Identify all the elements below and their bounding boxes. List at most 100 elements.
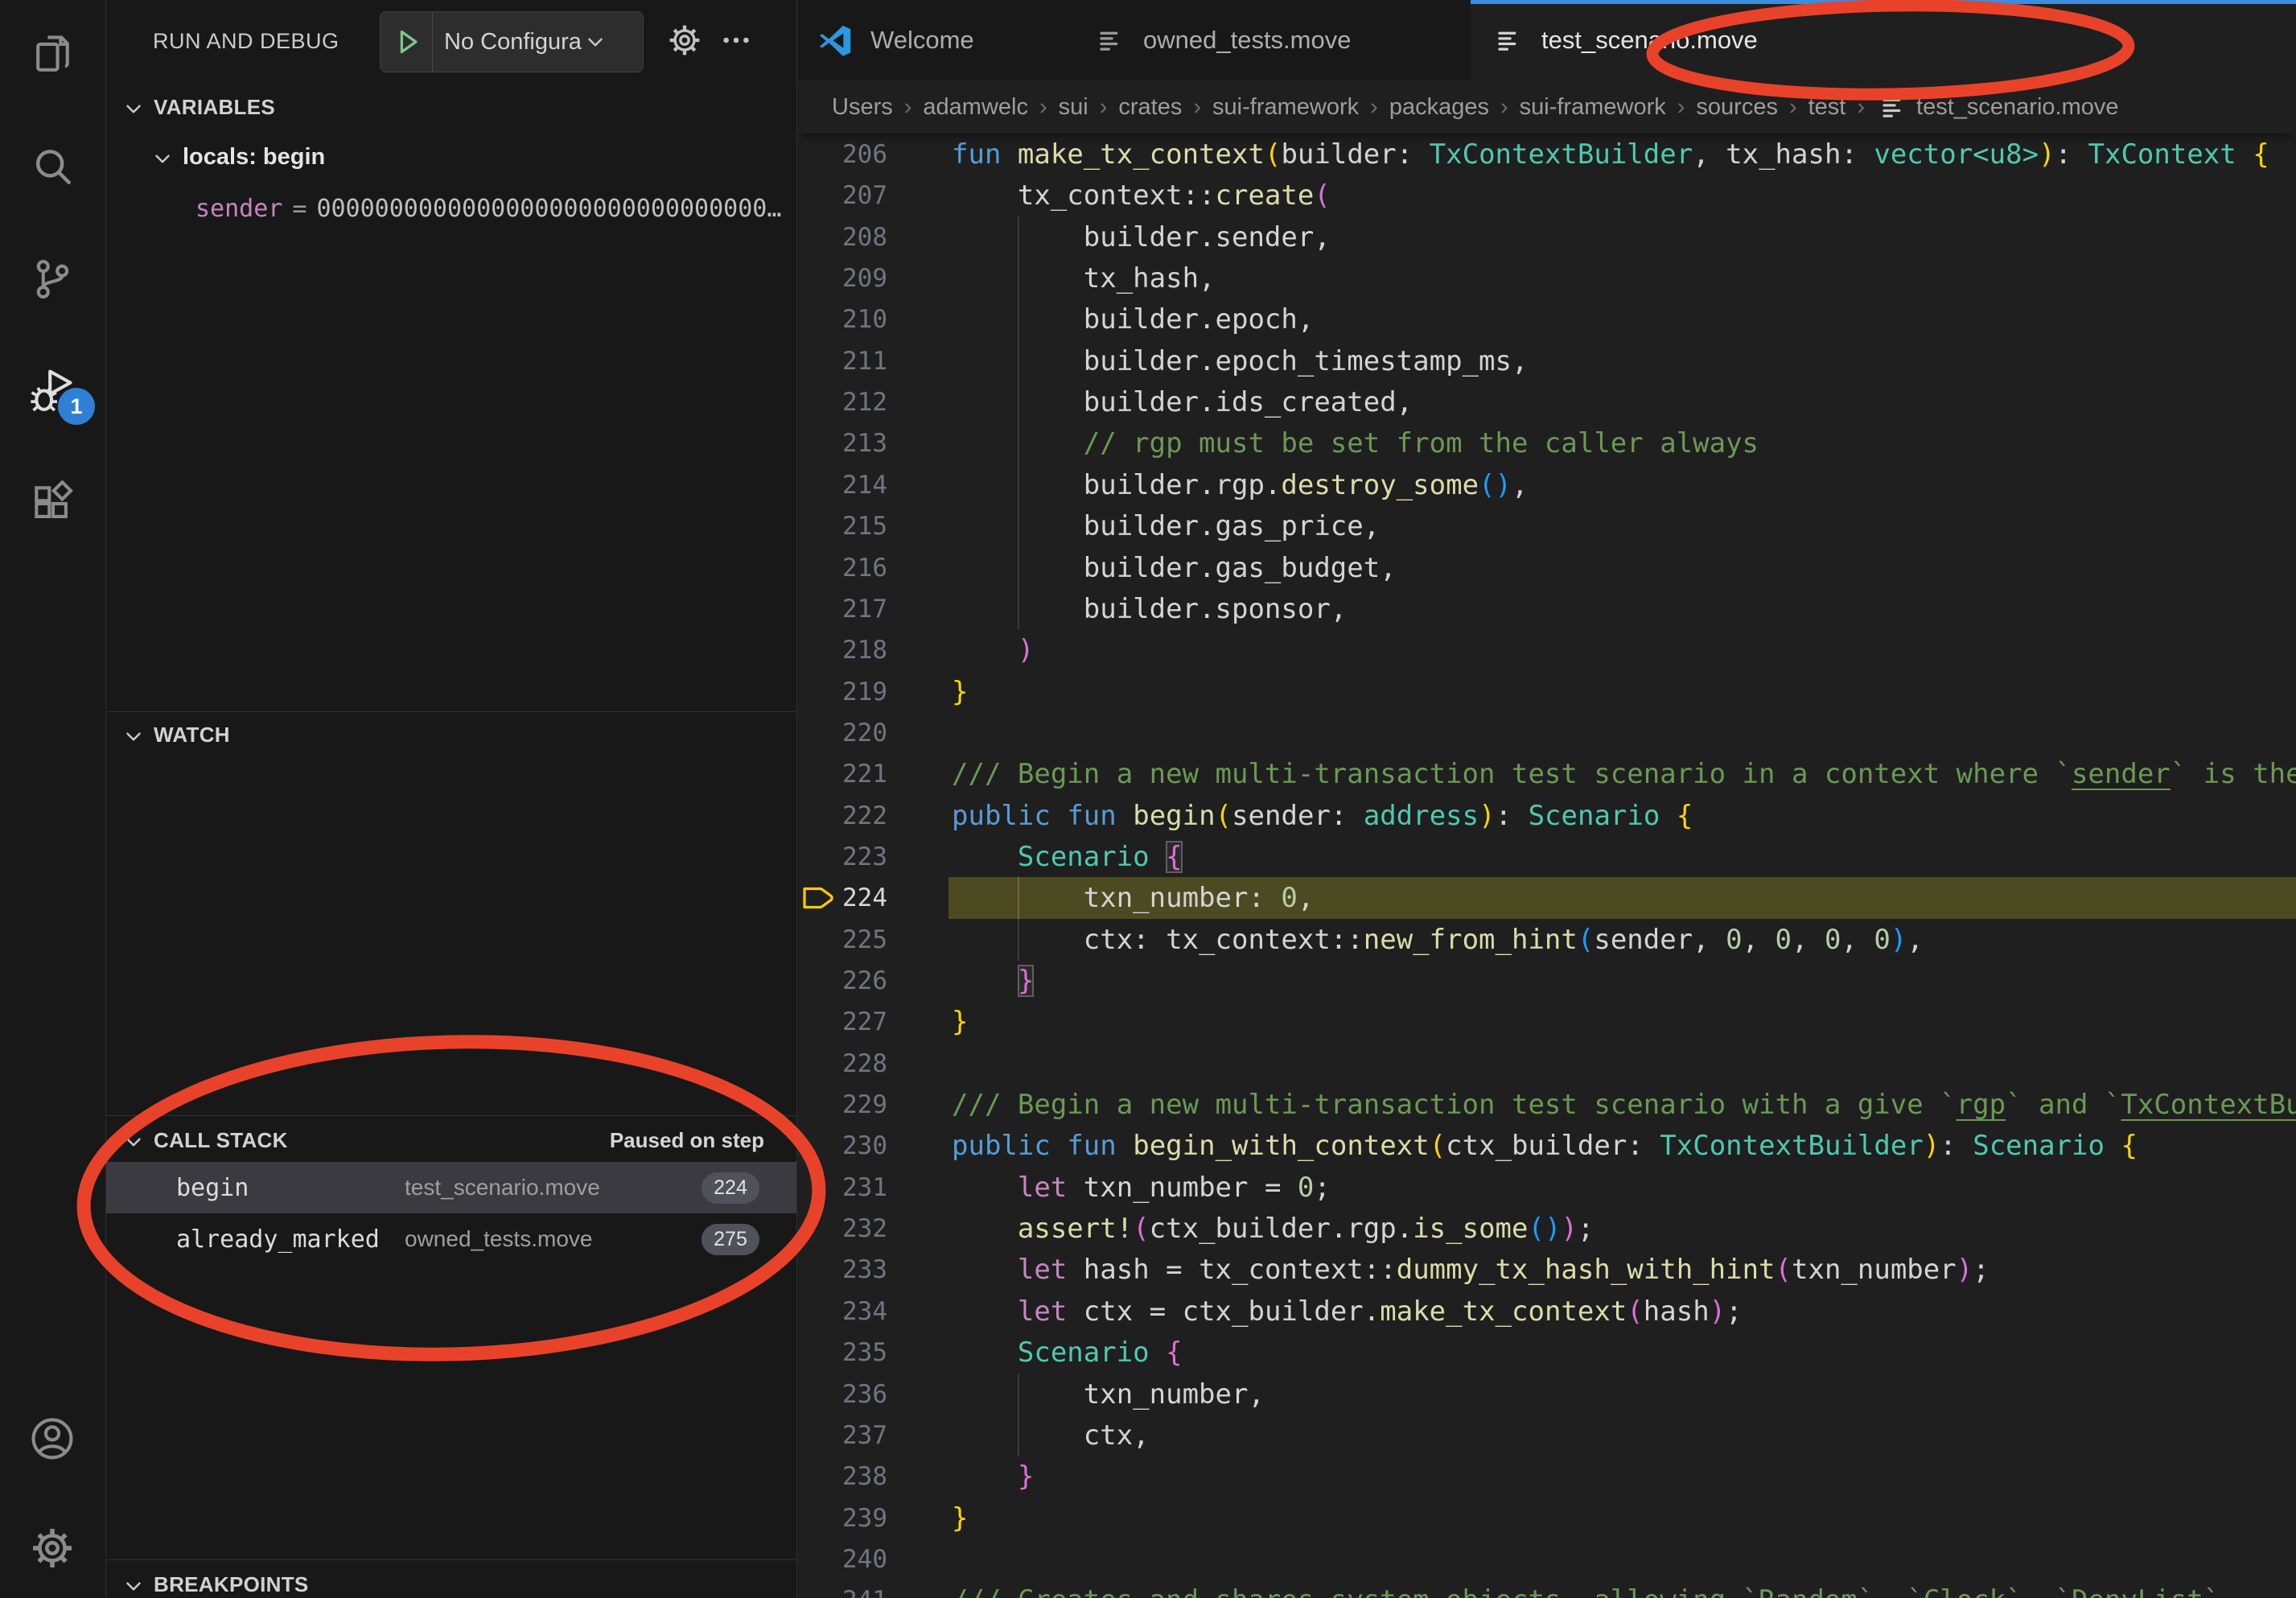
activity-bar-item-source-control[interactable] <box>0 237 105 325</box>
tab-welcome[interactable]: Welcome <box>796 0 1073 80</box>
watch-section-header[interactable]: WATCH <box>105 713 796 756</box>
line-number[interactable]: 214 <box>796 464 887 506</box>
code-line-226[interactable]: 226 } <box>796 960 2296 1002</box>
line-number[interactable]: 221 <box>796 753 887 795</box>
line-number[interactable]: 218 <box>796 629 887 671</box>
tab-test_scenario-move[interactable]: test_scenario.move <box>1471 0 2296 80</box>
line-number[interactable]: 240 <box>796 1538 887 1580</box>
activity-bar-item-run-and-debug[interactable]: 1 <box>0 348 105 436</box>
line-number[interactable]: 223 <box>796 836 887 878</box>
line-number[interactable]: 212 <box>796 381 887 423</box>
line-number[interactable]: 225 <box>796 919 887 961</box>
code-line-215[interactable]: 215 builder.gas_price, <box>796 505 2296 547</box>
code-line-212[interactable]: 212 builder.ids_created, <box>796 381 2296 423</box>
code-line-230[interactable]: 230public fun begin_with_context(ctx_bui… <box>796 1125 2296 1167</box>
line-number[interactable]: 222 <box>796 795 887 837</box>
code-line-240[interactable]: 240 <box>796 1538 2296 1580</box>
code-line-225[interactable]: 225 ctx: tx_context::new_from_hint(sende… <box>796 919 2296 961</box>
code-line-208[interactable]: 208 builder.sender, <box>796 216 2296 258</box>
code-line-206[interactable]: 206fun make_tx_context(builder: TxContex… <box>796 134 2296 175</box>
line-number[interactable]: 232 <box>796 1208 887 1250</box>
activity-bar-item-manage[interactable] <box>0 1505 105 1594</box>
line-number[interactable]: 220 <box>796 712 887 754</box>
line-number[interactable]: 241 <box>796 1579 887 1598</box>
breadcrumb-item[interactable]: Users <box>832 94 893 121</box>
code-line-213[interactable]: 213 // rgp must be set from the caller a… <box>796 422 2296 464</box>
code-line-209[interactable]: 209 tx_hash, <box>796 257 2296 299</box>
call-stack-frame-already_marked[interactable]: already_marked owned_tests.move 275 <box>105 1213 796 1265</box>
code-line-233[interactable]: 233 let hash = tx_context::dummy_tx_hash… <box>796 1249 2296 1291</box>
call-stack-frame-begin[interactable]: begin test_scenario.move 224 <box>105 1162 796 1213</box>
line-number[interactable]: 207 <box>796 175 887 216</box>
activity-bar-item-explorer[interactable] <box>0 12 105 101</box>
call-stack-section-header[interactable]: CALL STACK Paused on step <box>105 1118 796 1162</box>
breadcrumb-item[interactable]: crates <box>1118 94 1182 121</box>
debug-settings-gear-icon[interactable] <box>662 18 707 63</box>
line-number[interactable]: 209 <box>796 257 887 299</box>
code-line-229[interactable]: 229/// Begin a new multi-transaction tes… <box>796 1084 2296 1126</box>
code-line-222[interactable]: 222public fun begin(sender: address): Sc… <box>796 795 2296 837</box>
line-number[interactable]: 231 <box>796 1167 887 1209</box>
activity-bar-item-extensions[interactable] <box>0 461 105 550</box>
line-number[interactable]: 224 <box>796 877 887 919</box>
line-number[interactable]: 237 <box>796 1415 887 1456</box>
breadcrumb-item[interactable]: packages <box>1389 94 1489 121</box>
line-number[interactable]: 206 <box>796 134 887 175</box>
code-line-220[interactable]: 220 <box>796 712 2296 754</box>
code-line-223[interactable]: 223 Scenario { <box>796 836 2296 878</box>
code-line-216[interactable]: 216 builder.gas_budget, <box>796 547 2296 589</box>
line-number[interactable]: 239 <box>796 1497 887 1539</box>
code-line-228[interactable]: 228 <box>796 1043 2296 1085</box>
line-number[interactable]: 219 <box>796 671 887 713</box>
breadcrumb-item[interactable]: sui-framework <box>1212 94 1359 121</box>
line-number[interactable]: 234 <box>796 1291 887 1332</box>
code-line-210[interactable]: 210 builder.epoch, <box>796 299 2296 340</box>
code-line-224[interactable]: 224 txn_number: 0, <box>796 877 2296 919</box>
code-line-232[interactable]: 232 assert!(ctx_builder.rgp.is_some()); <box>796 1208 2296 1250</box>
line-number[interactable]: 227 <box>796 1001 887 1043</box>
code-line-238[interactable]: 238 } <box>796 1456 2296 1497</box>
more-actions-icon[interactable] <box>714 18 759 63</box>
line-number[interactable]: 217 <box>796 588 887 630</box>
line-number[interactable]: 226 <box>796 960 887 1002</box>
line-number[interactable]: 236 <box>796 1374 887 1415</box>
line-number[interactable]: 215 <box>796 505 887 547</box>
code-line-214[interactable]: 214 builder.rgp.destroy_some(), <box>796 464 2296 506</box>
line-number[interactable]: 230 <box>796 1125 887 1167</box>
code-line-234[interactable]: 234 let ctx = ctx_builder.make_tx_contex… <box>796 1291 2296 1332</box>
code-line-218[interactable]: 218 ) <box>796 629 2296 671</box>
code-line-219[interactable]: 219} <box>796 671 2296 713</box>
line-number[interactable]: 208 <box>796 216 887 258</box>
breadcrumb-item[interactable]: test <box>1808 94 1846 121</box>
code-line-207[interactable]: 207 tx_context::create( <box>796 175 2296 216</box>
code-line-235[interactable]: 235 Scenario { <box>796 1332 2296 1374</box>
code-line-236[interactable]: 236 txn_number, <box>796 1374 2296 1415</box>
breadcrumb-item[interactable]: sui <box>1059 94 1088 121</box>
line-number[interactable]: 210 <box>796 299 887 340</box>
line-number[interactable]: 216 <box>796 547 887 589</box>
tab-owned_tests-move[interactable]: owned_tests.move <box>1072 0 1471 80</box>
line-number[interactable]: 238 <box>796 1456 887 1497</box>
code-line-231[interactable]: 231 let txn_number = 0; <box>796 1167 2296 1209</box>
start-debug-config-dropdown[interactable]: No Configura <box>380 11 644 72</box>
code-line-211[interactable]: 211 builder.epoch_timestamp_ms, <box>796 340 2296 382</box>
start-debugging-icon[interactable] <box>381 12 433 72</box>
variables-section-header[interactable]: VARIABLES <box>105 85 796 129</box>
code-line-221[interactable]: 221/// Begin a new multi-transaction tes… <box>796 753 2296 795</box>
breadcrumb-item[interactable]: sources <box>1696 94 1778 121</box>
code-line-239[interactable]: 239} <box>796 1497 2296 1539</box>
code-line-237[interactable]: 237 ctx, <box>796 1415 2296 1456</box>
breadcrumb-item[interactable]: adamwelc <box>923 94 1028 121</box>
variables-scope-row[interactable]: locals: begin <box>105 135 796 179</box>
line-number[interactable]: 235 <box>796 1332 887 1374</box>
code-area[interactable]: 206fun make_tx_context(builder: TxContex… <box>796 134 2296 1598</box>
line-number[interactable]: 233 <box>796 1249 887 1291</box>
breadcrumb-item[interactable]: sui-framework <box>1520 94 1666 121</box>
code-line-227[interactable]: 227} <box>796 1001 2296 1043</box>
code-line-217[interactable]: 217 builder.sponsor, <box>796 588 2296 630</box>
breakpoints-section-header[interactable]: BREAKPOINTS <box>105 1563 796 1598</box>
breadcrumb-file[interactable]: test_scenario.move <box>1876 91 2118 123</box>
variable-row-sender[interactable]: sender = 0000000000000000000000000000000… <box>105 187 796 230</box>
line-number[interactable]: 213 <box>796 422 887 464</box>
activity-bar-item-account[interactable] <box>0 1396 105 1485</box>
